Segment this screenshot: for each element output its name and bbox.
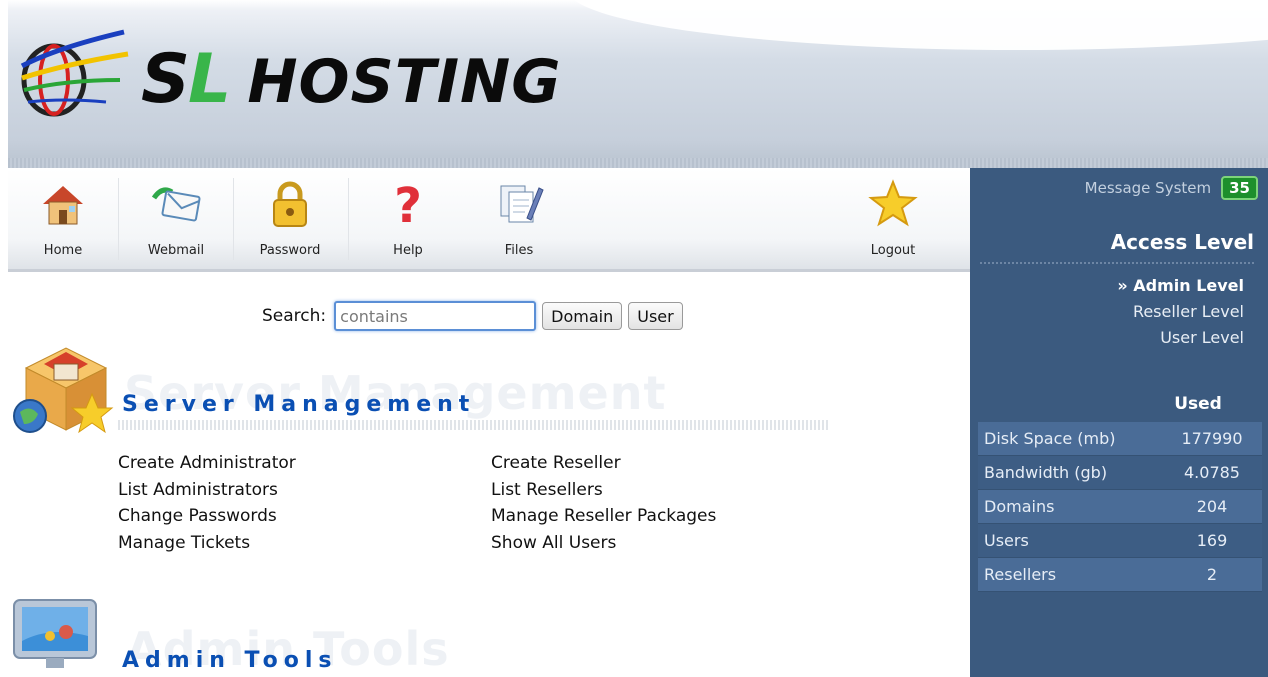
search-user-button[interactable]: User	[628, 302, 683, 330]
stat-value: 177990	[1181, 429, 1243, 448]
toolbar-password-label: Password	[259, 243, 321, 258]
search-label: Search:	[262, 306, 327, 326]
search-domain-button[interactable]: Domain	[542, 302, 623, 330]
envelope-icon	[151, 187, 201, 222]
toolbar-separator	[348, 178, 349, 260]
stat-label: Resellers	[984, 565, 1057, 584]
list-administrators-link[interactable]: List Administrators	[118, 477, 296, 504]
site-logo[interactable]: SL HOSTING	[16, 18, 616, 128]
create-reseller-link[interactable]: Create Reseller	[491, 450, 716, 477]
user-level-link[interactable]: User Level	[1117, 325, 1244, 351]
stat-value: 2	[1206, 565, 1218, 584]
server-box-icon	[13, 347, 114, 434]
toolbar-logout-button[interactable]: Logout	[838, 168, 948, 266]
toolbar-help-button[interactable]: ? Help	[353, 168, 463, 266]
star-icon	[868, 179, 918, 227]
usage-used-header: Used	[1174, 394, 1222, 414]
create-administrator-link[interactable]: Create Administrator	[118, 450, 296, 477]
house-icon	[43, 186, 83, 225]
stat-value: 4.0785	[1184, 463, 1240, 482]
manage-tickets-link[interactable]: Manage Tickets	[118, 530, 296, 557]
server-management-right-links: Create Reseller List Resellers Manage Re…	[491, 450, 716, 556]
files-icon	[500, 185, 544, 223]
stat-row: Users 169	[978, 524, 1262, 558]
toolbar-files-button[interactable]: Files	[464, 168, 574, 266]
show-all-users-link[interactable]: Show All Users	[491, 530, 716, 557]
toolbar-separator	[233, 178, 234, 260]
toolbar-home-button[interactable]: Home	[8, 168, 118, 266]
stat-row: Domains 204	[978, 490, 1262, 524]
toolbar-webmail-button[interactable]: Webmail	[121, 168, 231, 266]
stat-value: 169	[1196, 531, 1228, 550]
section-divider	[118, 420, 828, 430]
stat-row: Bandwidth (gb) 4.0785	[978, 456, 1262, 490]
toolbar-logout-label: Logout	[870, 243, 916, 258]
stat-row: Resellers 2	[978, 558, 1262, 592]
message-system[interactable]: Message System 35	[1085, 176, 1258, 200]
question-mark-icon: ?	[394, 178, 422, 230]
reseller-level-link[interactable]: Reseller Level	[1117, 299, 1244, 325]
svg-text:?: ?	[394, 178, 422, 230]
access-level-divider	[980, 262, 1254, 264]
change-passwords-link[interactable]: Change Passwords	[118, 503, 296, 530]
stat-label: Users	[984, 531, 1029, 550]
toolbar-files-label: Files	[504, 243, 534, 258]
logo-letter-l: L	[187, 40, 231, 119]
header-wave	[568, 0, 1268, 50]
logo-wordmark: SL HOSTING	[141, 40, 561, 122]
server-management-title: Server Management	[122, 392, 476, 417]
monitor-icon	[13, 599, 97, 668]
padlock-icon	[273, 181, 307, 227]
access-level-list: » Admin Level Reseller Level User Level	[1117, 273, 1244, 351]
stat-label: Disk Space (mb)	[984, 429, 1116, 448]
toolbar-help-label: Help	[393, 243, 423, 258]
admin-level-link[interactable]: » Admin Level	[1117, 273, 1244, 299]
list-resellers-link[interactable]: List Resellers	[491, 477, 716, 504]
message-count-badge: 35	[1221, 176, 1258, 200]
account-sidebar: Message System 35 Access Level » Admin L…	[970, 168, 1268, 677]
header-banner: SL HOSTING	[8, 0, 1268, 168]
toolbar-separator	[118, 178, 119, 260]
search-bar: Search: Domain User	[262, 300, 683, 332]
stat-value: 204	[1196, 497, 1228, 516]
stat-label: Bandwidth (gb)	[984, 463, 1108, 482]
toolbar-password-button[interactable]: Password	[235, 168, 345, 266]
toolbar-home-label: Home	[43, 243, 83, 258]
logo-letter-s: S	[141, 40, 190, 119]
message-system-label: Message System	[1084, 179, 1212, 197]
access-level-title: Access Level	[1110, 230, 1254, 254]
globe-logo-icon	[20, 29, 129, 117]
header-stripe	[8, 158, 1268, 168]
toolbar-webmail-label: Webmail	[147, 243, 205, 258]
server-management-left-links: Create Administrator List Administrators…	[118, 450, 296, 556]
stat-row: Disk Space (mb) 177990	[978, 422, 1262, 456]
main-toolbar: Home Webmail Password ? Help Files Logou…	[8, 168, 970, 272]
admin-tools-title: Admin Tools	[122, 648, 338, 673]
logo-hosting: HOSTING	[247, 47, 562, 117]
search-input[interactable]	[334, 301, 537, 331]
stat-label: Domains	[984, 497, 1055, 516]
manage-reseller-packages-link[interactable]: Manage Reseller Packages	[491, 503, 716, 530]
usage-stats-table: Disk Space (mb) 177990 Bandwidth (gb) 4.…	[978, 422, 1262, 592]
